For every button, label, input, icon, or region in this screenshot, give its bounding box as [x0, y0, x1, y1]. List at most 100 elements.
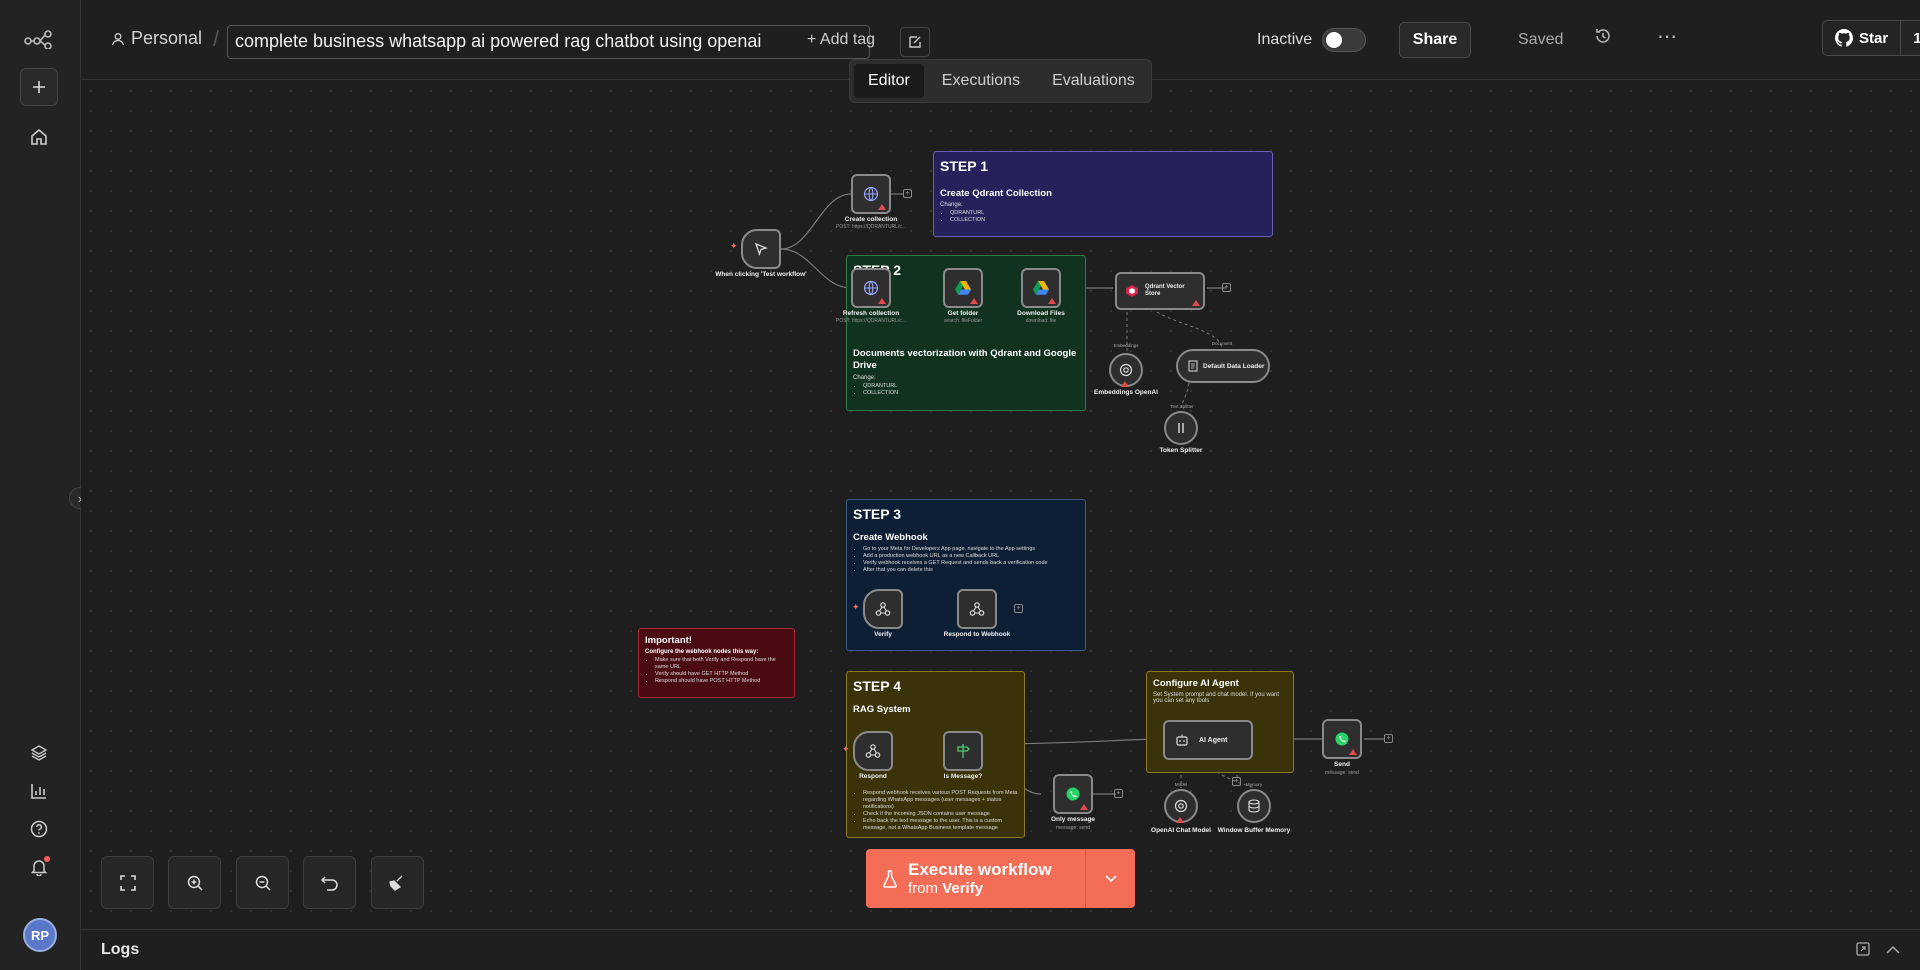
important-title: Important!	[645, 635, 692, 646]
share-button[interactable]: Share	[1399, 22, 1471, 58]
node-get-folder[interactable]	[943, 268, 983, 308]
insights-icon[interactable]	[20, 772, 58, 810]
google-drive-icon	[955, 281, 971, 295]
fit-view-icon[interactable]	[101, 856, 154, 909]
user-avatar[interactable]: RP	[23, 918, 57, 952]
home-icon[interactable]	[20, 118, 58, 156]
help-icon[interactable]	[20, 810, 58, 848]
active-status-label: Inactive	[1257, 31, 1313, 48]
database-icon	[1248, 799, 1260, 813]
agent-note-text: Set System prompt and chat model. If you…	[1153, 692, 1280, 704]
node-create-collection[interactable]	[851, 174, 891, 214]
view-tabs: Editor Executions Evaluations	[849, 59, 1152, 103]
history-icon[interactable]	[1594, 27, 1612, 50]
n8n-logo-icon[interactable]	[20, 20, 58, 58]
node-window-buffer-memory[interactable]	[1237, 789, 1271, 823]
add-node-button[interactable]: +	[1222, 283, 1231, 292]
node-embeddings-openai[interactable]	[1109, 353, 1143, 387]
workflow-canvas[interactable]: STEP 1 Create Qdrant Collection Change: …	[81, 81, 1920, 929]
node-label: Create collection	[844, 216, 898, 223]
project-breadcrumb[interactable]: Personal	[111, 28, 202, 49]
node-label: Respond to Webhook	[943, 631, 1011, 638]
node-token-splitter[interactable]	[1164, 411, 1198, 445]
node-refresh-collection[interactable]	[851, 268, 891, 308]
more-options-icon[interactable]: ⋯	[1657, 24, 1678, 49]
popout-icon[interactable]	[1856, 942, 1870, 961]
project-name: Personal	[131, 28, 203, 48]
zoom-in-icon[interactable]	[168, 856, 221, 909]
robot-icon	[1176, 734, 1188, 746]
node-subtitle: POST: https://QDRANTURL/c...	[835, 318, 906, 324]
workflow-name-input[interactable]: complete business whatsapp ai powered ra…	[227, 25, 870, 59]
node-download-files[interactable]	[1021, 268, 1061, 308]
warning-icon	[970, 298, 978, 304]
github-star-widget[interactable]: Star 158,905	[1822, 20, 1920, 56]
list-item: QDRANTURL	[950, 210, 1266, 217]
undo-icon[interactable]	[303, 856, 356, 909]
github-star-button[interactable]: Star	[1823, 21, 1902, 55]
node-respond-webhook[interactable]	[853, 731, 893, 771]
add-node-button[interactable]: +	[1014, 604, 1023, 613]
tab-executions[interactable]: Executions	[928, 64, 1034, 98]
create-plus-icon[interactable]	[20, 68, 58, 106]
add-tag-button[interactable]: + Add tag	[807, 31, 875, 49]
execute-main[interactable]: Execute workflow from Verify	[866, 860, 1085, 898]
notifications-bell-icon[interactable]	[20, 848, 58, 886]
execute-workflow-button[interactable]: Execute workflow from Verify	[866, 849, 1135, 908]
templates-icon[interactable]	[20, 734, 58, 772]
add-node-button[interactable]: +	[1384, 734, 1393, 743]
tab-evaluations[interactable]: Evaluations	[1038, 64, 1149, 98]
trigger-bolt-icon: ✦	[842, 744, 850, 754]
step4-title: STEP 4	[853, 678, 901, 694]
tidy-up-broom-icon[interactable]	[371, 856, 424, 909]
node-ai-agent[interactable]: AI Agent	[1163, 720, 1253, 760]
node-qdrant-vector-store[interactable]: Qdrant Vector Store	[1115, 272, 1205, 310]
warning-icon	[1048, 298, 1056, 304]
node-label: Window Buffer Memory	[1217, 827, 1291, 834]
step1-change: Change:	[940, 202, 963, 208]
node-default-data-loader[interactable]: Default Data Loader	[1176, 349, 1270, 383]
tab-editor[interactable]: Editor	[854, 64, 924, 98]
step3-list: Go to your Meta for Developers App page,…	[853, 546, 1079, 574]
active-toggle[interactable]	[1322, 28, 1366, 52]
port-label: Text Splitter	[1170, 404, 1194, 409]
sticky-note-step1[interactable]: STEP 1 Create Qdrant Collection Change: …	[933, 151, 1273, 237]
node-label: Send	[1334, 761, 1350, 768]
node-is-message[interactable]	[943, 731, 983, 771]
important-heading: Configure the webhook nodes this way:	[645, 649, 759, 655]
node-manual-trigger[interactable]	[741, 229, 781, 269]
list-item: After that you can delete this	[863, 567, 1079, 574]
execute-node-name: Verify	[942, 879, 984, 897]
node-openai-chat-model[interactable]	[1164, 789, 1198, 823]
warning-icon	[1176, 817, 1184, 823]
node-label: Only message	[1050, 816, 1096, 823]
execute-dropdown-chevron-icon[interactable]	[1085, 849, 1135, 908]
sticky-note-important[interactable]: Important! Configure the webhook nodes t…	[638, 628, 795, 698]
add-node-button[interactable]: +	[1114, 789, 1123, 798]
webhook-icon	[875, 602, 891, 616]
list-item: COLLECTION	[950, 217, 1266, 224]
globe-icon	[863, 186, 879, 202]
add-tool-button[interactable]: +	[1232, 777, 1241, 786]
list-item: Verify should have GET HTTP Method	[655, 671, 788, 678]
globe-icon	[863, 280, 879, 296]
node-respond-to-webhook[interactable]	[957, 589, 997, 629]
edit-description-icon[interactable]	[900, 27, 930, 57]
logs-panel[interactable]: Logs	[81, 929, 1920, 970]
chevron-up-icon[interactable]	[1886, 942, 1900, 960]
list-item: COLLECTION	[863, 390, 1079, 397]
add-node-button[interactable]: +	[903, 189, 912, 198]
zoom-out-icon[interactable]	[236, 856, 289, 909]
step4-list: Respond webhook receives various POST Re…	[853, 790, 1018, 832]
github-star-label: Star	[1859, 29, 1889, 47]
node-subtitle: message: send	[1325, 770, 1359, 776]
logs-title: Logs	[101, 941, 140, 958]
list-item: Make sure that both Verify and Respond h…	[655, 657, 788, 671]
node-verify-webhook[interactable]	[863, 589, 903, 629]
node-only-message[interactable]	[1053, 774, 1093, 814]
execute-from-node: from Verify	[908, 880, 1052, 898]
node-label: Download Files	[1017, 310, 1065, 317]
node-send[interactable]	[1322, 719, 1362, 759]
step1-heading: Create Qdrant Collection	[940, 188, 1052, 199]
node-subtitle: download: file	[1025, 318, 1057, 324]
